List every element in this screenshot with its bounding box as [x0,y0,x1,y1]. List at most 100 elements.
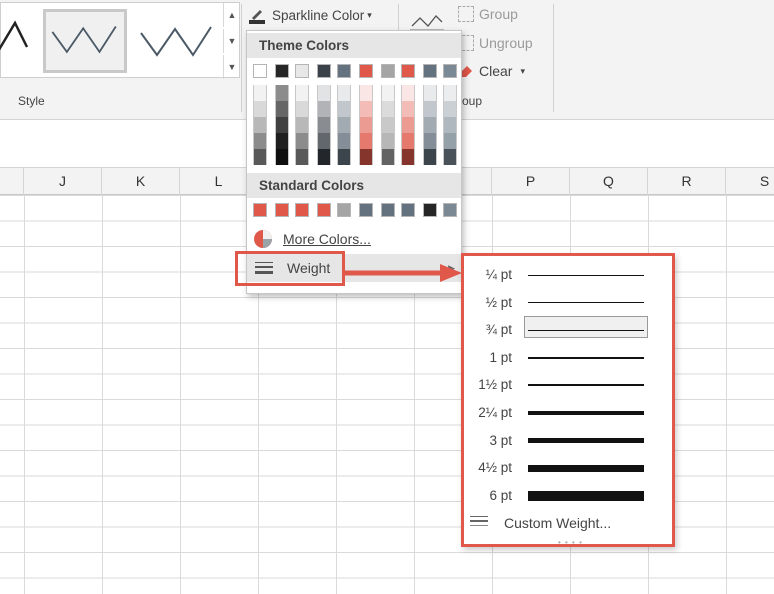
theme-color-swatch[interactable] [359,64,373,78]
standard-color-swatch[interactable] [337,203,351,217]
theme-color-swatch[interactable] [443,64,457,78]
theme-color-swatch[interactable] [253,64,267,78]
column-header-k[interactable]: K [102,168,180,195]
more-colors-item[interactable]: More Colors... [247,225,461,253]
theme-shade-swatch[interactable] [381,149,395,165]
theme-color-swatch[interactable] [381,64,395,78]
theme-shade-swatch[interactable] [359,117,373,133]
theme-shade-swatch[interactable] [423,101,437,117]
theme-color-swatch[interactable] [295,64,309,78]
theme-shade-swatch[interactable] [275,85,289,101]
weight-option[interactable]: ¼ pt [464,262,672,288]
theme-shade-swatch[interactable] [337,85,351,101]
group-separator [553,4,554,112]
theme-shade-swatch[interactable] [295,101,309,117]
theme-shade-swatch[interactable] [295,133,309,149]
theme-shade-swatch[interactable] [337,117,351,133]
standard-color-swatch[interactable] [443,203,457,217]
theme-shade-swatch[interactable] [317,101,331,117]
theme-shade-swatch[interactable] [443,133,457,149]
custom-weight-label: Custom Weight... [504,515,612,531]
theme-shade-swatch[interactable] [381,101,395,117]
theme-shade-swatch[interactable] [275,149,289,165]
standard-color-swatch[interactable] [275,203,289,217]
clear-button[interactable]: Clear ▾ [458,63,525,79]
sparkline-style-thumb-3[interactable] [135,9,219,73]
custom-weight-item[interactable]: Custom Weight... [464,510,672,536]
weight-option[interactable]: 1½ pt [464,372,672,398]
theme-shade-swatch[interactable] [423,85,437,101]
theme-shade-swatch[interactable] [275,133,289,149]
theme-shade-swatch[interactable] [443,117,457,133]
theme-shade-swatch[interactable] [275,101,289,117]
theme-shade-swatch[interactable] [443,149,457,165]
theme-shade-swatch[interactable] [401,117,415,133]
weight-option[interactable]: 6 pt [464,483,672,509]
theme-shade-swatch[interactable] [423,117,437,133]
theme-shade-swatch[interactable] [359,101,373,117]
theme-shade-swatch[interactable] [337,149,351,165]
ungroup-button[interactable]: Ungroup [458,35,533,51]
weight-option[interactable]: 4½ pt [464,455,672,481]
theme-shade-swatch[interactable] [253,117,267,133]
standard-color-swatch[interactable] [317,203,331,217]
weight-option[interactable]: 1 pt [464,345,672,371]
theme-shade-swatch[interactable] [443,85,457,101]
resize-grip-icon[interactable]: • • • • [558,538,583,547]
theme-shade-swatch[interactable] [275,117,289,133]
theme-shade-swatch[interactable] [401,101,415,117]
standard-color-swatch[interactable] [423,203,437,217]
sparkline-color-button[interactable]: Sparkline Color ▾ [244,2,388,28]
weight-option[interactable]: 3 pt [464,428,672,454]
theme-shade-swatch[interactable] [381,117,395,133]
column-header-blank [0,168,24,195]
theme-color-swatch[interactable] [423,64,437,78]
theme-shade-swatch[interactable] [423,133,437,149]
standard-color-swatch[interactable] [295,203,309,217]
theme-shade-swatch[interactable] [317,149,331,165]
standard-color-swatch[interactable] [253,203,267,217]
gallery-scroll-down-button[interactable]: ▼ [223,29,240,53]
theme-color-swatch[interactable] [317,64,331,78]
theme-shade-swatch[interactable] [381,133,395,149]
theme-shade-swatch[interactable] [253,101,267,117]
gallery-expand-button[interactable]: ▼ [223,55,240,79]
weight-option[interactable]: 2¼ pt [464,400,672,426]
sparkline-style-thumb-2[interactable] [43,9,127,73]
theme-shade-swatch[interactable] [317,85,331,101]
column-header-j[interactable]: J [24,168,102,195]
standard-color-swatch[interactable] [381,203,395,217]
theme-shade-swatch[interactable] [295,149,309,165]
theme-shade-swatch[interactable] [253,133,267,149]
group-button[interactable]: Group [458,6,518,22]
theme-shade-swatch[interactable] [295,117,309,133]
theme-color-swatch[interactable] [401,64,415,78]
theme-shade-swatch[interactable] [359,149,373,165]
weight-option[interactable]: ½ pt [464,290,672,316]
theme-shade-swatch[interactable] [337,133,351,149]
theme-shade-swatch[interactable] [401,85,415,101]
column-header-s[interactable]: S [726,168,774,195]
theme-shade-swatch[interactable] [443,101,457,117]
column-header-r[interactable]: R [648,168,726,195]
theme-shade-swatch[interactable] [317,117,331,133]
theme-shade-swatch[interactable] [423,149,437,165]
theme-shade-swatch[interactable] [337,101,351,117]
theme-shade-swatch[interactable] [295,85,309,101]
theme-shade-swatch[interactable] [359,85,373,101]
column-header-q[interactable]: Q [570,168,648,195]
column-header-p[interactable]: P [492,168,570,195]
theme-shade-swatch[interactable] [381,85,395,101]
theme-shade-swatch[interactable] [401,149,415,165]
theme-color-swatch[interactable] [275,64,289,78]
standard-color-swatch[interactable] [401,203,415,217]
weight-option[interactable]: ¾ pt [464,317,672,343]
theme-shade-swatch[interactable] [253,149,267,165]
gallery-scroll-up-button[interactable]: ▲ [223,3,240,27]
theme-color-swatch[interactable] [337,64,351,78]
theme-shade-swatch[interactable] [401,133,415,149]
theme-shade-swatch[interactable] [359,133,373,149]
theme-shade-swatch[interactable] [317,133,331,149]
standard-color-swatch[interactable] [359,203,373,217]
theme-shade-swatch[interactable] [253,85,267,101]
